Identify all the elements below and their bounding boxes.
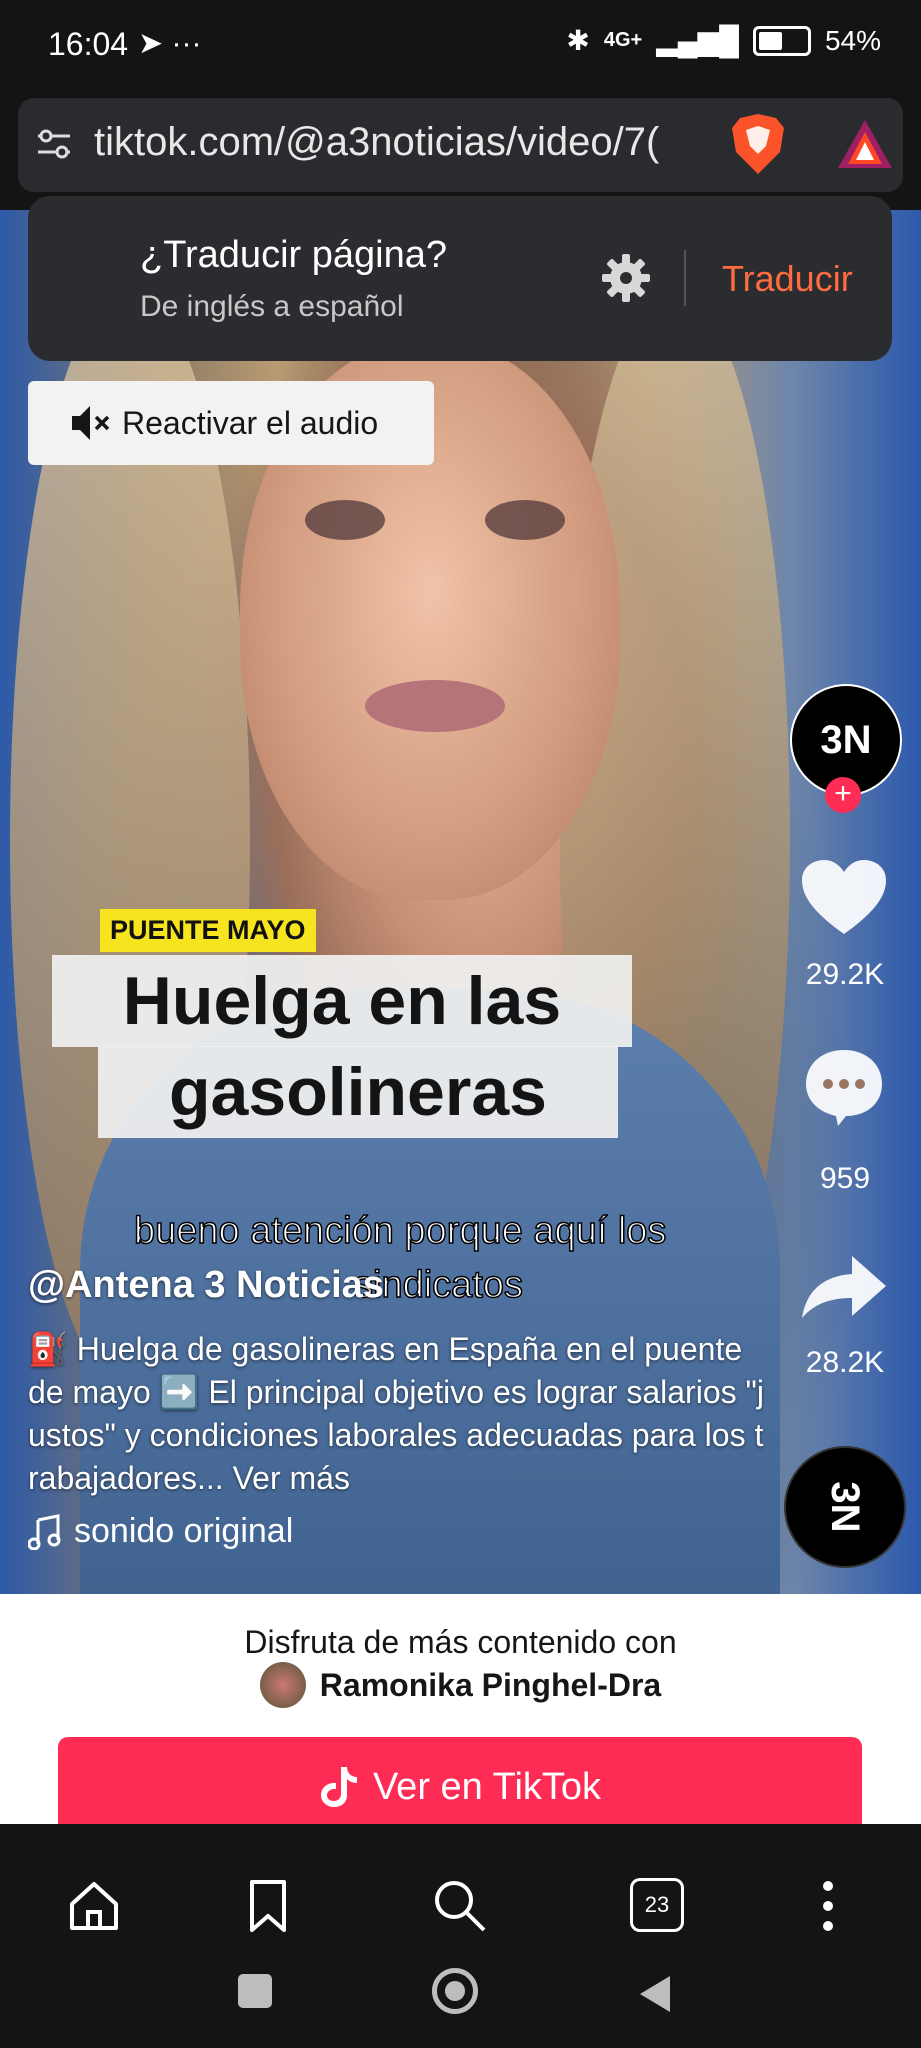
open-in-tiktok-button[interactable]: Ver en TikTok (58, 1737, 862, 1837)
avatar (259, 1662, 306, 1708)
see-more-link[interactable]: Ver más (233, 1460, 350, 1496)
notification-icons: ➤ ··· (138, 27, 202, 60)
site-settings-icon[interactable] (34, 124, 74, 164)
status-time: 16:04 (48, 26, 129, 62)
battery-percent: 54% (824, 24, 881, 56)
video-subtitle-line1: bueno atención porque aquí los (133, 1209, 667, 1253)
tabs-button[interactable]: 23 (630, 1878, 684, 1932)
url-text[interactable]: tiktok.com/@a3noticias/video/7( (94, 120, 714, 165)
gear-icon[interactable] (600, 252, 652, 304)
sound-info[interactable]: sonido original (28, 1512, 293, 1551)
search-icon[interactable] (432, 1878, 488, 1934)
tiktok-icon (320, 1767, 357, 1807)
brave-rewards-icon[interactable] (836, 118, 894, 170)
comment-icon[interactable] (802, 1046, 886, 1128)
network-indicator: 4G+ (603, 29, 643, 51)
video-headline-line2: gasolineras (98, 1046, 618, 1138)
music-disc[interactable]: 3N (784, 1446, 906, 1568)
back-button[interactable] (638, 1974, 672, 2014)
battery-icon (752, 25, 811, 56)
like-count: 29.2K (805, 958, 885, 991)
mute-icon (72, 406, 110, 440)
sound-label: sonido original (74, 1512, 294, 1550)
video-badge: PUENTE MAYO (100, 909, 316, 952)
video-author[interactable]: @Antena 3 Noticias (28, 1264, 384, 1307)
caption-text: ⛽ Huelga de gasolineras en España en el … (28, 1331, 764, 1496)
status-bar: 16:04 ➤ ··· ✱ 4G+ ▂▄▆█ 54% (0, 0, 921, 95)
translate-prompt: ¿Traducir página? De inglés a español Tr… (28, 196, 892, 361)
translate-title: ¿Traducir página? (140, 234, 447, 276)
unmute-label: Reactivar el audio (122, 404, 379, 441)
brave-shields-icon[interactable] (730, 112, 786, 176)
open-in-tiktok-label: Ver en TikTok (372, 1765, 602, 1808)
comment-count: 959 (819, 1162, 871, 1195)
address-bar[interactable]: tiktok.com/@a3noticias/video/7( (18, 98, 903, 192)
video-caption: ⛽ Huelga de gasolineras en España en el … (28, 1328, 768, 1500)
promo-user: Ramonika Pinghel-Dra (0, 1662, 921, 1708)
recent-apps-button[interactable] (238, 1974, 272, 2008)
promo-username: Ramonika Pinghel-Dra (319, 1666, 662, 1703)
share-icon[interactable] (800, 1252, 888, 1322)
signal-icon: ▂▄▆█ (656, 25, 739, 56)
follow-button[interactable]: + (825, 777, 861, 813)
translate-button[interactable]: Traducir (722, 258, 853, 300)
bluetooth-icon: ✱ (566, 25, 590, 56)
translate-subtitle: De inglés a español (140, 290, 404, 323)
status-right: ✱ 4G+ ▂▄▆█ 54% (566, 24, 881, 57)
bookmark-icon[interactable] (240, 1878, 296, 1934)
share-count: 28.2K (805, 1346, 885, 1379)
more-menu-icon[interactable] (800, 1878, 856, 1934)
home-icon[interactable] (66, 1878, 122, 1934)
browser-bottom-bar: 23 (0, 1824, 921, 2048)
divider (684, 250, 686, 306)
promo-text: Disfruta de más contenido con (244, 1624, 677, 1660)
unmute-button[interactable]: Reactivar el audio (28, 381, 434, 465)
heart-icon[interactable] (800, 858, 888, 938)
music-note-icon (28, 1513, 61, 1550)
home-system-button[interactable] (432, 1968, 478, 2014)
video-headline-line1: Huelga en las (52, 955, 632, 1047)
